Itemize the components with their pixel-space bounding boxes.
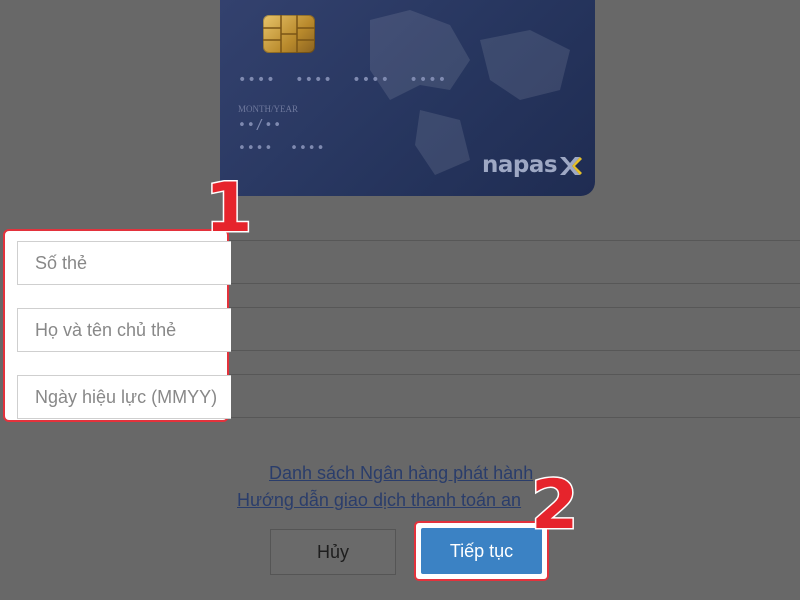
holder-name-input[interactable]: Họ và tên chủ thẻ: [17, 308, 231, 352]
payment-guide-link[interactable]: Hướng dẫn giao dịch thanh toán an: [237, 490, 521, 511]
expiry-caption: MONTH/YEAR: [238, 104, 298, 114]
cancel-button[interactable]: Hủy: [270, 529, 396, 575]
step-number-2: 2: [529, 466, 579, 545]
next-button[interactable]: Tiếp tục: [421, 528, 542, 574]
extra-mask: •••• ••••: [238, 141, 326, 156]
issuing-banks-link[interactable]: Danh sách Ngân hàng phát hành: [269, 463, 533, 484]
chip-icon: [263, 15, 315, 53]
napas-logo-text: napas: [482, 152, 558, 178]
napas-x-icon: [560, 157, 582, 175]
valid-date-input[interactable]: Ngày hiệu lực (MMYY): [17, 375, 231, 419]
card-number-mask: •••• •••• •••• ••••: [238, 72, 448, 88]
highlight-frame-inputs: Số thẻ Họ và tên chủ thẻ Ngày hiệu lực (…: [3, 229, 231, 422]
napas-card-image: •••• •••• •••• •••• MONTH/YEAR ••/•• •••…: [220, 0, 595, 196]
highlight-frame-next: Tiếp tục: [414, 521, 549, 581]
expiry-mask: ••/••: [238, 118, 283, 133]
card-number-input[interactable]: Số thẻ: [17, 241, 231, 285]
step-number-1: 1: [203, 169, 253, 248]
